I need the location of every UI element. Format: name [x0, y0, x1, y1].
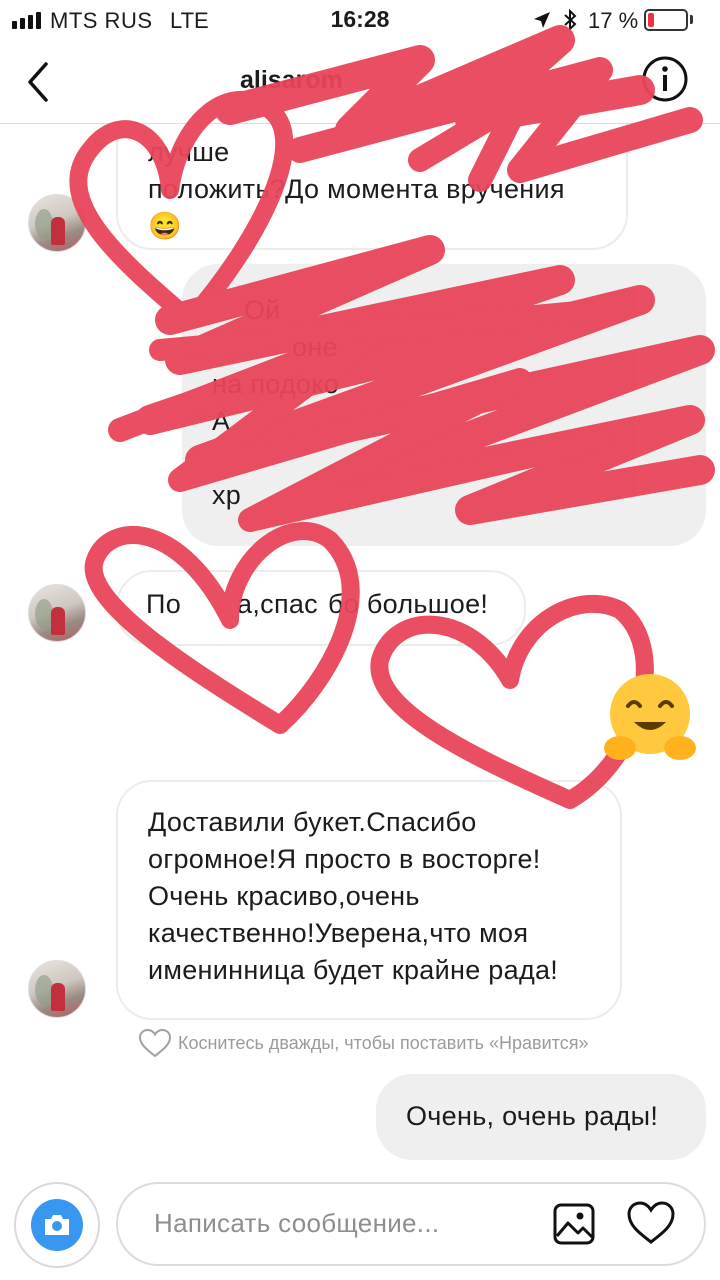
avatar[interactable] — [28, 584, 86, 642]
info-icon[interactable] — [640, 54, 690, 104]
chat-username[interactable]: alisarom — [240, 66, 343, 95]
message-emoji: 😄 — [148, 211, 182, 241]
like-hint[interactable]: Коснитесь дважды, чтобы поставить «Нрави… — [138, 1028, 588, 1058]
avatar[interactable] — [28, 960, 86, 1018]
status-bar: MTS RUS LTE 16:28 17 % — [0, 0, 720, 40]
hugging-face-emoji — [604, 674, 696, 760]
message-line: на подоко — [212, 369, 340, 399]
message-outgoing[interactable]: Ой оне на подоко А хр — [182, 264, 706, 546]
message-line: именинница будет крайне рада! — [148, 955, 559, 985]
message-line: хр — [212, 480, 242, 510]
message-line: Ой — [244, 295, 281, 325]
heart-icon[interactable] — [626, 1200, 676, 1246]
message-line: Очень красиво,очень — [148, 881, 420, 911]
camera-icon — [31, 1199, 83, 1251]
bluetooth-icon — [564, 8, 577, 32]
chat-thread[interactable]: лучше положить?До момента вручения 😄 Ой … — [0, 124, 720, 1170]
message-line: огромное!Я просто в восторге! — [148, 844, 541, 874]
message-incoming[interactable]: Доставили букет.Спасибо огромное!Я прост… — [116, 780, 622, 1020]
battery-level — [648, 13, 654, 27]
message-outgoing[interactable]: Очень, очень рады! — [376, 1074, 706, 1160]
battery-percent: 17 % — [588, 8, 639, 33]
message-line: Очень, очень рады! — [406, 1101, 659, 1131]
message-line: качественно!Уверена,что моя — [148, 918, 529, 948]
message-line: бо большое! — [328, 589, 489, 619]
heart-outline-icon — [138, 1028, 172, 1058]
message-line: По — [146, 589, 182, 619]
message-line: А — [212, 406, 231, 436]
message-line: лучше — [148, 137, 230, 167]
message-incoming[interactable]: По а,спас бо большое! — [116, 570, 526, 646]
back-icon[interactable] — [24, 60, 52, 104]
message-input[interactable]: Написать сообщение... — [116, 1182, 706, 1266]
like-hint-text: Коснитесь дважды, чтобы поставить «Нрави… — [178, 1032, 589, 1053]
camera-button[interactable] — [14, 1182, 100, 1268]
gallery-icon[interactable] — [552, 1202, 596, 1246]
battery-nub — [690, 15, 693, 24]
message-line: а,спас — [237, 589, 318, 619]
message-line: оне — [292, 332, 338, 362]
message-placeholder: Написать сообщение... — [154, 1208, 440, 1238]
chat-header: alisarom — [0, 40, 720, 124]
message-line: положить?До момента вручения — [148, 174, 565, 204]
battery-icon — [644, 9, 688, 31]
location-icon — [534, 12, 550, 28]
message-incoming[interactable]: лучше положить?До момента вручения 😄 — [116, 124, 628, 250]
avatar[interactable] — [28, 194, 86, 252]
message-line: Доставили букет.Спасибо — [148, 807, 477, 837]
message-composer: Написать сообщение... — [0, 1170, 720, 1280]
